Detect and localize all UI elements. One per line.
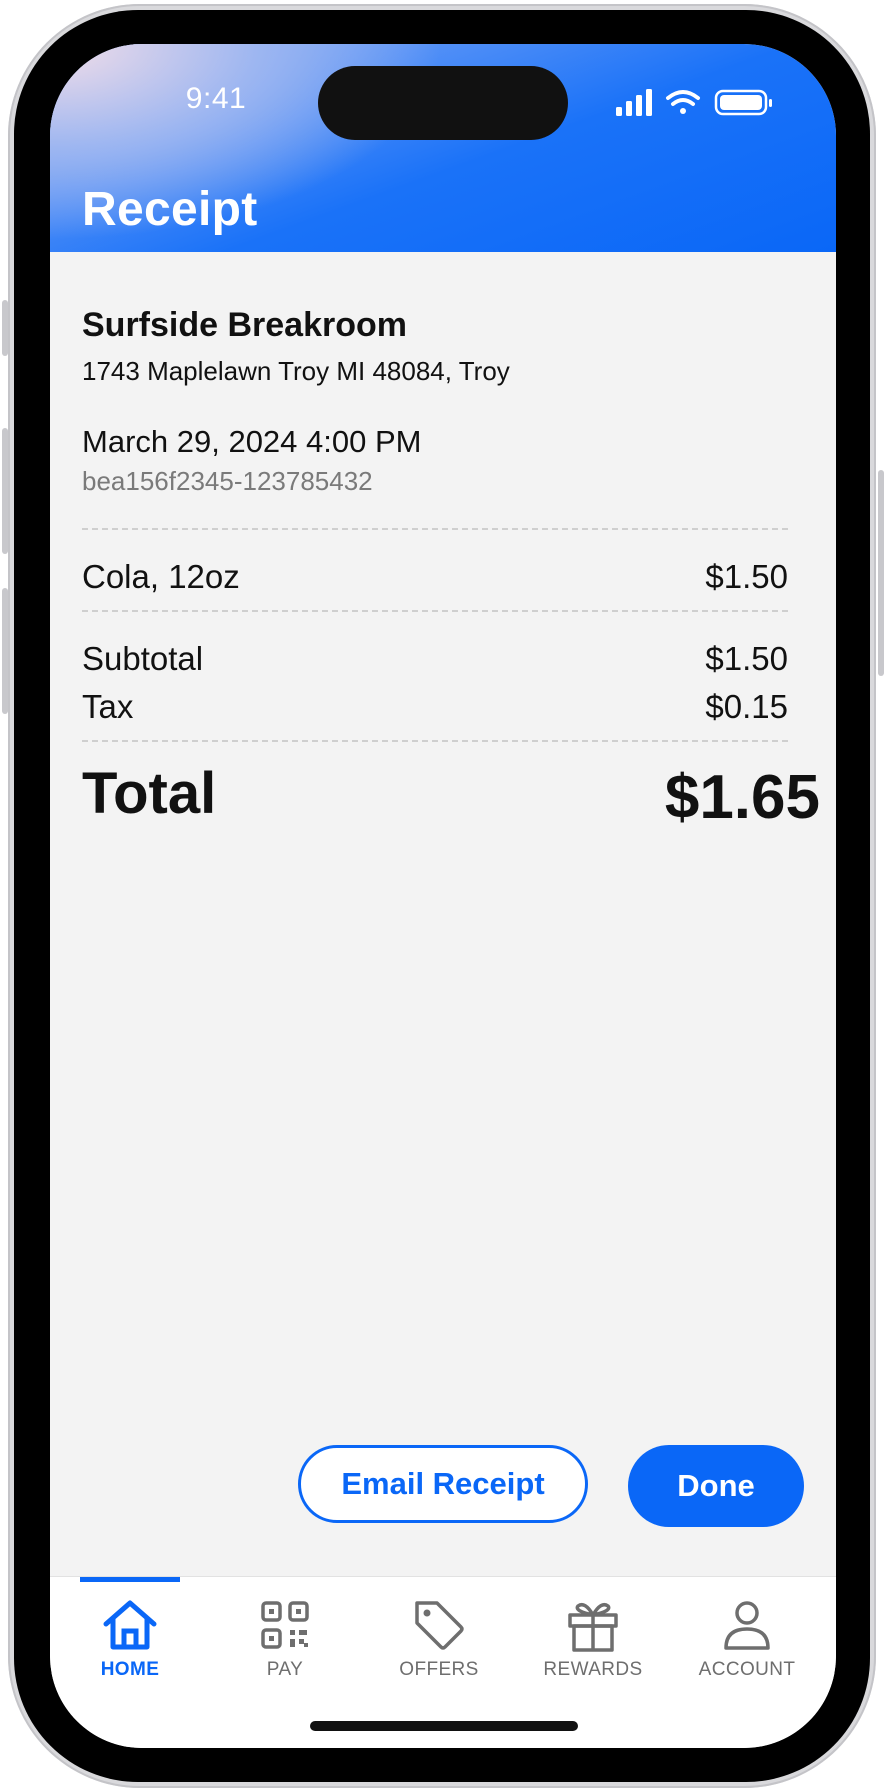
transaction-date: March 29, 2024 4:00 PM: [82, 424, 422, 459]
tag-icon: [415, 1601, 464, 1650]
total-amount: $1.65: [664, 763, 820, 832]
home-icon: [103, 1600, 157, 1650]
total-label: Total: [82, 761, 217, 826]
subtotal-label: Subtotal: [82, 640, 204, 677]
status-time: 9:41: [185, 82, 247, 115]
tab-offers-label: OFFERS: [399, 1659, 479, 1680]
status-icons: [616, 88, 776, 118]
tab-pay[interactable]: PAY: [210, 1577, 360, 1697]
divider: [82, 740, 788, 742]
store-name: Surfside Breakroom: [82, 306, 407, 344]
app-header: 9:41 Receipt: [50, 44, 836, 252]
tab-home[interactable]: HOME: [55, 1577, 205, 1697]
tab-offers[interactable]: OFFERS: [364, 1577, 514, 1697]
subtotal-amount: $1.50: [705, 640, 788, 677]
gift-icon: [568, 1602, 618, 1652]
transaction-id: bea156f2345-123785432: [82, 466, 373, 496]
email-receipt-button[interactable]: Email Receipt: [298, 1445, 588, 1523]
mute-switch: [2, 300, 8, 356]
tax-amount: $0.15: [705, 688, 788, 725]
tab-account[interactable]: ACCOUNT: [672, 1577, 822, 1697]
divider: [82, 610, 788, 612]
divider: [82, 528, 788, 530]
tab-account-label: ACCOUNT: [698, 1659, 796, 1680]
page-title: Receipt: [82, 183, 258, 236]
tax-label: Tax: [82, 688, 134, 725]
user-icon: [724, 1601, 770, 1650]
volume-down-button: [2, 588, 8, 714]
store-address: 1743 Maplelawn Troy MI 48084, Troy: [82, 356, 510, 386]
volume-up-button: [2, 428, 8, 554]
battery-icon: [714, 89, 772, 116]
tab-home-label: HOME: [100, 1659, 160, 1680]
tab-rewards-label: REWARDS: [543, 1659, 643, 1680]
tab-pay-label: PAY: [266, 1659, 304, 1680]
power-button: [878, 470, 884, 676]
app-screen: 9:41 Receipt Surfside Breakroom 1743 Map…: [50, 44, 836, 1748]
qr-code-icon: [261, 1601, 309, 1649]
done-button[interactable]: Done: [628, 1445, 804, 1527]
home-indicator: [310, 1721, 578, 1731]
dynamic-island: [318, 66, 568, 140]
line-item-name: Cola, 12oz: [82, 558, 240, 595]
tab-rewards[interactable]: REWARDS: [518, 1577, 668, 1697]
wifi-icon: [666, 90, 700, 114]
tab-bar: HOME PAY OFFERS REWARDS ACCOUNT: [50, 1576, 836, 1748]
line-item-price: $1.50: [705, 558, 788, 595]
cellular-signal-icon: [616, 89, 652, 116]
